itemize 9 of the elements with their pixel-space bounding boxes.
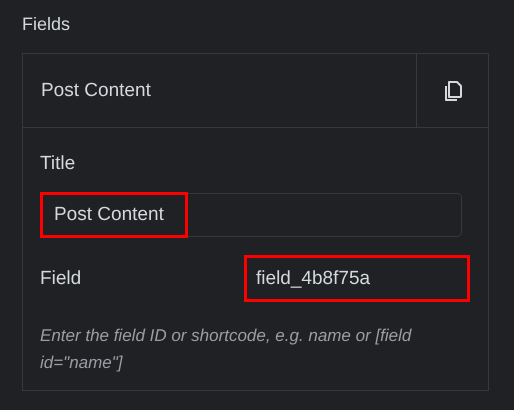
item-title: Post Content	[40, 78, 152, 102]
title-value: Post Content	[40, 192, 188, 238]
title-label: Title	[40, 152, 76, 176]
field-label: Field	[40, 268, 82, 290]
field-input[interactable]: field_4b8f75a	[244, 255, 470, 302]
copy-icon	[442, 78, 462, 102]
title-field[interactable]: Post Content	[40, 193, 462, 237]
help-text: Enter the field ID or shortcode, e.g. name or [field id="name"]	[40, 325, 413, 374]
section-title: Fields	[22, 13, 72, 36]
